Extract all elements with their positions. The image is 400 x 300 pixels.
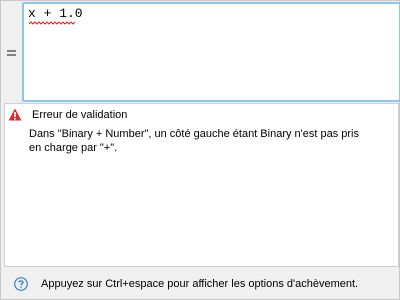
hint-icon [14,277,28,291]
error-triangle-icon [8,108,22,121]
expression-text[interactable]: x + 1.0 [28,6,83,22]
validation-panel: Erreur de validation Dans "Binary + Numb… [4,103,399,267]
expression-dialog: x + 1.0 Erreur de validation Dans "Binar… [0,0,400,300]
equals-icon [7,50,16,56]
validation-title: Erreur de validation [32,109,128,121]
hint-bar: Appuyez sur Ctrl+espace pour afficher le… [2,267,399,299]
editor-gutter [2,2,21,101]
validation-message: Dans "Binary + Number", un côté gauche é… [29,128,359,154]
expression-editor[interactable]: x + 1.0 [22,2,400,102]
completion-hint: Appuyez sur Ctrl+espace pour afficher le… [41,278,359,290]
error-squiggle [29,21,75,25]
